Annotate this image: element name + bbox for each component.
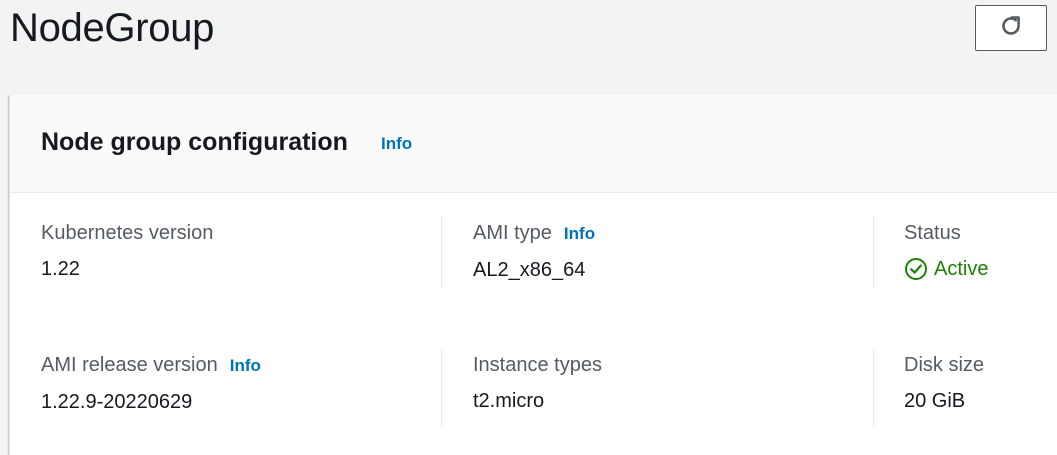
panel-header: Node group configuration Info	[10, 95, 1057, 193]
column-divider	[873, 348, 874, 428]
status-success-icon	[905, 258, 927, 280]
instance-types-field: Instance types t2.micro	[473, 352, 602, 414]
kubernetes-version-value: 1.22	[41, 258, 80, 280]
ami-type-field: AMI type Info AL2_x86_64	[473, 220, 595, 283]
instance-types-label: Instance types	[473, 354, 602, 376]
ami-release-version-info-link[interactable]: Info	[230, 356, 261, 375]
panel-title: Node group configuration	[41, 128, 348, 156]
refresh-button[interactable]	[975, 5, 1047, 51]
instance-types-value: t2.micro	[473, 390, 545, 412]
ami-type-info-link[interactable]: Info	[564, 224, 595, 243]
status-field: Status Active	[904, 220, 988, 282]
kubernetes-version-field: Kubernetes version 1.22	[41, 220, 213, 282]
status-text: Active	[934, 258, 989, 280]
page-title: NodeGroup	[10, 6, 215, 50]
panel-info-link[interactable]: Info	[381, 134, 412, 154]
column-divider	[441, 216, 442, 288]
disk-size-label: Disk size	[904, 354, 985, 376]
ami-release-version-field: AMI release version Info 1.22.9-20220629	[41, 352, 261, 415]
column-divider	[873, 216, 874, 288]
ami-release-version-label: AMI release version	[41, 354, 218, 376]
node-group-configuration-panel: Node group configuration Info Kubernetes…	[9, 95, 1057, 455]
disk-size-field: Disk size 20 GiB	[904, 352, 984, 414]
column-divider	[441, 348, 442, 428]
kubernetes-version-label: Kubernetes version	[41, 222, 214, 244]
status-value: Active	[904, 256, 988, 282]
status-label: Status	[904, 222, 961, 244]
ami-type-label: AMI type	[473, 222, 552, 244]
ami-type-value: AL2_x86_64	[473, 259, 586, 281]
refresh-icon	[998, 13, 1024, 44]
ami-release-version-value: 1.22.9-20220629	[41, 391, 193, 413]
disk-size-value: 20 GiB	[904, 390, 966, 412]
